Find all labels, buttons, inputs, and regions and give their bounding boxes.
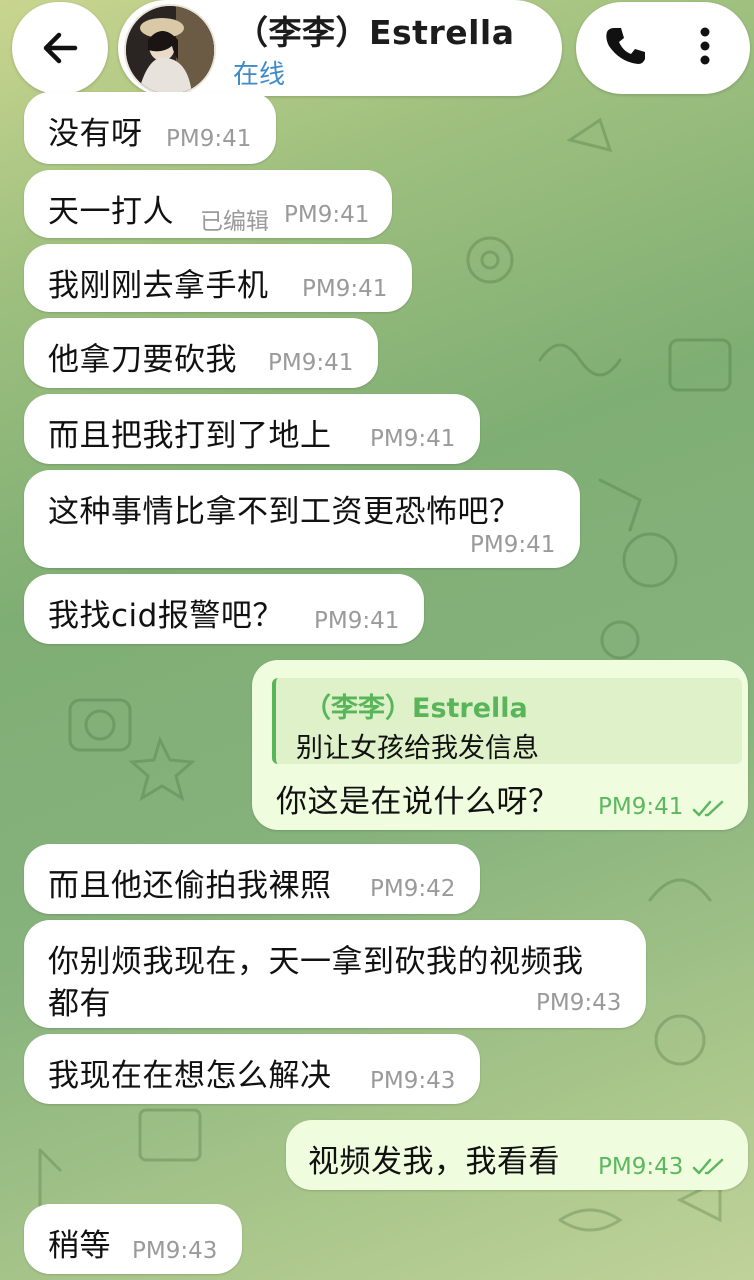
message-bubble-outgoing[interactable]: （李李）Estrella 别让女孩给我发信息 你这是在说什么呀？ PM9:41 (252, 660, 748, 830)
message-text: 我找cid报警吧？ (48, 598, 284, 634)
message-time: PM9:41 (302, 276, 388, 302)
double-check-icon (692, 800, 724, 817)
message-time: PM9:41 (314, 608, 400, 634)
message-time: PM9:41 (284, 202, 370, 228)
message-time: PM9:43 (598, 1154, 684, 1180)
message-text: 你这是在说什么呀？ (276, 784, 560, 820)
phone-icon[interactable] (600, 22, 648, 70)
message-text: 我刚刚去拿手机 (48, 268, 269, 304)
message-bubble-incoming[interactable]: 我刚刚去拿手机 PM9:41 (24, 244, 412, 312)
message-bubble-incoming[interactable]: 而且把我打到了地上 PM9:41 (24, 394, 480, 464)
message-time: PM9:41 (598, 794, 684, 820)
message-time: PM9:41 (268, 350, 354, 376)
message-bubble-incoming[interactable]: 我现在在想怎么解决 PM9:43 (24, 1034, 480, 1104)
edited-label: 已编辑 (200, 209, 269, 235)
message-time: PM9:43 (132, 1238, 218, 1264)
message-text: 而且他还偷拍我裸照 (48, 868, 332, 904)
message-bubble-incoming[interactable]: 天一打人 已编辑 PM9:41 (24, 170, 392, 238)
message-text: 你别烦我现在，天一拿到砍我的视频我 (48, 944, 584, 980)
message-bubble-incoming[interactable]: 他拿刀要砍我 PM9:41 (24, 318, 378, 388)
contact-name[interactable]: （李李）Estrella (235, 6, 515, 54)
message-bubble-incoming[interactable]: 没有呀 PM9:41 (24, 92, 276, 164)
message-time: PM9:43 (536, 990, 622, 1016)
message-time: PM9:42 (370, 876, 456, 902)
quoted-reply-author: （李李）Estrella (304, 693, 528, 724)
message-bubble-incoming[interactable]: 你别烦我现在，天一拿到砍我的视频我 都有 PM9:43 (24, 920, 646, 1028)
message-text: 而且把我打到了地上 (48, 418, 332, 454)
message-bubble-incoming[interactable]: 稍等 PM9:43 (24, 1204, 242, 1274)
message-text: 稍等 (48, 1228, 111, 1264)
message-bubble-incoming[interactable]: 这种事情比拿不到工资更恐怖吧？ PM9:41 (24, 470, 580, 568)
message-text: 这种事情比拿不到工资更恐怖吧？ (48, 494, 521, 530)
quoted-reply-text: 别让女孩给我发信息 (296, 733, 539, 764)
message-text: 天一打人 (48, 194, 174, 230)
avatar-image (126, 6, 214, 94)
message-time: PM9:41 (370, 426, 456, 452)
more-vertical-icon[interactable] (690, 22, 720, 70)
message-text: 视频发我，我看看 (308, 1144, 560, 1180)
message-time: PM9:41 (470, 532, 556, 558)
message-text: 没有呀 (48, 116, 143, 152)
message-text: 我现在在想怎么解决 (48, 1058, 332, 1094)
avatar[interactable] (124, 4, 216, 96)
message-time: PM9:41 (166, 126, 252, 152)
message-text: 他拿刀要砍我 (48, 342, 237, 378)
back-button[interactable] (12, 2, 108, 94)
message-bubble-incoming[interactable]: 我找cid报警吧？ PM9:41 (24, 574, 424, 644)
contact-status: 在线 (233, 60, 286, 90)
double-check-icon (692, 1158, 724, 1175)
message-text-line2: 都有 (48, 986, 111, 1022)
message-bubble-outgoing[interactable]: 视频发我，我看看 PM9:43 (286, 1120, 748, 1190)
arrow-left-icon (43, 32, 78, 64)
message-time: PM9:43 (370, 1068, 456, 1094)
chat-header: （李李）Estrella 在线 (0, 0, 754, 96)
message-bubble-incoming[interactable]: 而且他还偷拍我裸照 PM9:42 (24, 844, 480, 914)
